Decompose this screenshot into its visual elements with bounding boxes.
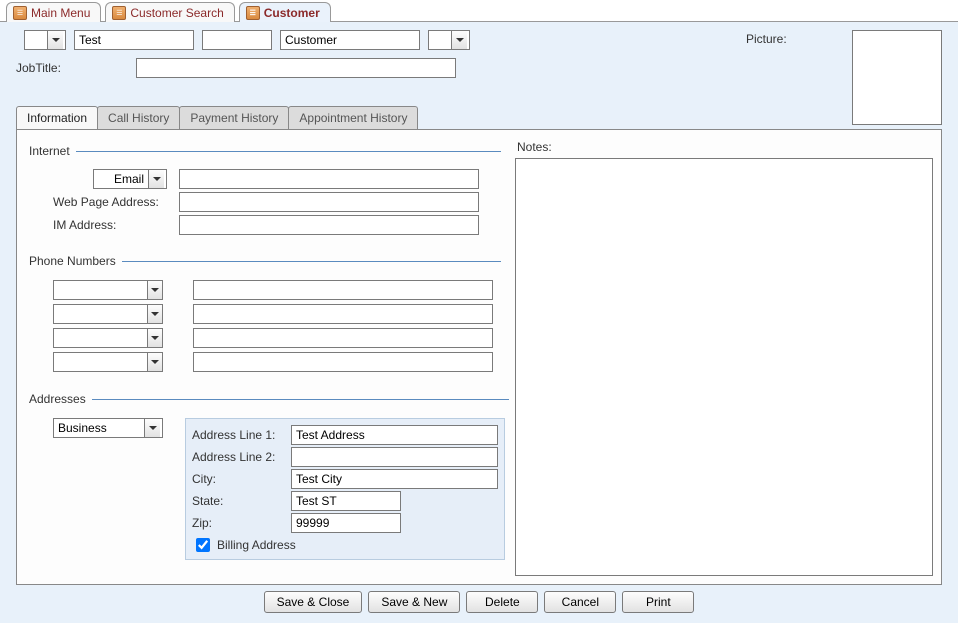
- tab-label: Main Menu: [31, 6, 90, 20]
- last-name-input[interactable]: [280, 30, 420, 50]
- tab-label: Customer: [264, 6, 320, 20]
- sub-tab-appointment-history[interactable]: Appointment History: [288, 106, 418, 129]
- tab-label: Customer Search: [130, 6, 223, 20]
- phone-type-combo[interactable]: [53, 304, 163, 324]
- billing-address-label: Billing Address: [217, 538, 296, 552]
- right-column: Notes:: [515, 138, 933, 576]
- internet-legend: Internet: [29, 144, 76, 158]
- sub-tab-call-history[interactable]: Call History: [97, 106, 180, 129]
- sub-tab-information[interactable]: Information: [16, 106, 98, 129]
- phone-type-combo[interactable]: [53, 280, 163, 300]
- window-tab-main-menu[interactable]: Main Menu: [6, 2, 101, 22]
- im-address-label: IM Address:: [33, 218, 173, 232]
- web-address-input[interactable]: [179, 192, 479, 212]
- information-panel: Internet Web Page Address: IM Addre: [16, 129, 942, 585]
- dropdown-caret-icon[interactable]: [148, 170, 164, 188]
- phone-number-input[interactable]: [193, 352, 493, 372]
- phone-row-3: [53, 328, 497, 348]
- email-type-combo[interactable]: [93, 169, 167, 189]
- phone-type-input[interactable]: [54, 281, 147, 299]
- suffix-input[interactable]: [429, 31, 451, 49]
- phone-number-input[interactable]: [193, 328, 493, 348]
- state-input[interactable]: [291, 491, 401, 511]
- dropdown-caret-icon[interactable]: [147, 353, 162, 371]
- addresses-group: Addresses Address Line 1:: [29, 392, 509, 564]
- address-line2-label: Address Line 2:: [192, 450, 287, 464]
- form-icon: [246, 6, 260, 20]
- dropdown-caret-icon[interactable]: [144, 419, 160, 437]
- dropdown-caret-icon[interactable]: [147, 329, 162, 347]
- left-column: Internet Web Page Address: IM Addre: [25, 138, 505, 576]
- address-line1-label: Address Line 1:: [192, 428, 287, 442]
- email-input[interactable]: [179, 169, 479, 189]
- city-label: City:: [192, 472, 287, 486]
- window-tab-customer-search[interactable]: Customer Search: [105, 2, 234, 22]
- phone-number-input[interactable]: [193, 280, 493, 300]
- city-input[interactable]: [291, 469, 498, 489]
- addresses-legend: Addresses: [29, 392, 92, 406]
- zip-input[interactable]: [291, 513, 401, 533]
- picture-area: Picture:: [746, 30, 942, 125]
- middle-name-input[interactable]: [202, 30, 272, 50]
- save-close-button[interactable]: Save & Close: [264, 591, 363, 613]
- address-line2-input[interactable]: [291, 447, 498, 467]
- first-name-input[interactable]: [74, 30, 194, 50]
- phone-type-input[interactable]: [54, 353, 147, 371]
- phone-row-2: [53, 304, 497, 324]
- picture-label: Picture:: [746, 30, 787, 46]
- form-body: Picture: JobTitle: Information Call Hist…: [0, 22, 958, 623]
- notes-label: Notes:: [517, 140, 933, 154]
- job-title-label: JobTitle:: [16, 61, 126, 75]
- address-line1-input[interactable]: [291, 425, 498, 445]
- form-icon: [112, 6, 126, 20]
- prefix-input[interactable]: [25, 31, 47, 49]
- phone-legend: Phone Numbers: [29, 254, 122, 268]
- web-address-label: Web Page Address:: [33, 195, 173, 209]
- cancel-button[interactable]: Cancel: [544, 591, 616, 613]
- email-type-input[interactable]: [94, 170, 148, 188]
- sub-tab-payment-history[interactable]: Payment History: [179, 106, 289, 129]
- dropdown-caret-icon[interactable]: [147, 305, 162, 323]
- dropdown-caret-icon[interactable]: [147, 281, 162, 299]
- delete-button[interactable]: Delete: [466, 591, 538, 613]
- im-address-input[interactable]: [179, 215, 479, 235]
- address-fields: Address Line 1: Address Line 2: City:: [185, 418, 505, 560]
- phone-number-input[interactable]: [193, 304, 493, 324]
- phone-type-combo[interactable]: [53, 328, 163, 348]
- print-button[interactable]: Print: [622, 591, 694, 613]
- state-label: State:: [192, 494, 287, 508]
- prefix-combo[interactable]: [24, 30, 66, 50]
- save-new-button[interactable]: Save & New: [368, 591, 460, 613]
- window-tab-bar: Main Menu Customer Search Customer: [0, 0, 958, 22]
- dropdown-caret-icon[interactable]: [451, 31, 467, 49]
- internet-group: Internet Web Page Address: IM Addre: [29, 144, 501, 242]
- address-type-input[interactable]: [54, 419, 144, 437]
- picture-placeholder[interactable]: [852, 30, 942, 125]
- window-tab-customer[interactable]: Customer: [239, 2, 331, 22]
- phone-type-input[interactable]: [54, 329, 147, 347]
- phone-row-1: [53, 280, 497, 300]
- suffix-combo[interactable]: [428, 30, 470, 50]
- dropdown-caret-icon[interactable]: [47, 31, 63, 49]
- phone-type-input[interactable]: [54, 305, 147, 323]
- phone-group: Phone Numbers: [29, 254, 501, 380]
- form-icon: [13, 6, 27, 20]
- address-type-combo[interactable]: [53, 418, 163, 438]
- zip-label: Zip:: [192, 516, 287, 530]
- button-bar: Save & Close Save & New Delete Cancel Pr…: [12, 591, 946, 613]
- notes-textarea[interactable]: [515, 158, 933, 576]
- phone-type-combo[interactable]: [53, 352, 163, 372]
- billing-address-checkbox[interactable]: [196, 538, 210, 552]
- phone-row-4: [53, 352, 497, 372]
- job-title-input[interactable]: [136, 58, 456, 78]
